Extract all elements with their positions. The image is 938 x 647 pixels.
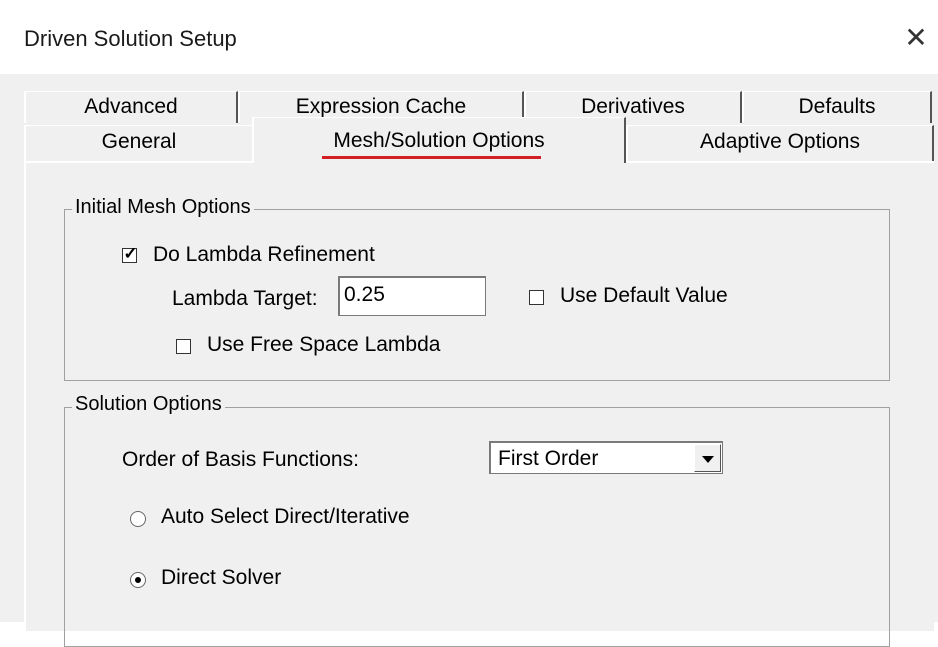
use-default-value-label: Use Default Value bbox=[560, 284, 728, 307]
tab-label: Mesh/Solution Options bbox=[333, 129, 545, 152]
use-free-space-lambda-checkbox[interactable] bbox=[176, 339, 191, 354]
tab-label: Advanced bbox=[84, 95, 178, 118]
auto-select-label: Auto Select Direct/Iterative bbox=[161, 505, 410, 528]
lambda-target-label: Lambda Target: bbox=[172, 287, 318, 310]
dropdown-button[interactable] bbox=[694, 444, 721, 472]
dialog-client-area: Advanced Expression Cache Derivatives De… bbox=[0, 74, 938, 647]
tab-adaptive-options[interactable]: Adaptive Options bbox=[626, 125, 934, 161]
tab-label: General bbox=[101, 130, 177, 153]
tab-advanced[interactable]: Advanced bbox=[24, 91, 238, 123]
use-free-space-lambda-label: Use Free Space Lambda bbox=[207, 333, 441, 356]
window-title: Driven Solution Setup bbox=[24, 26, 237, 51]
direct-solver-radio[interactable] bbox=[130, 572, 146, 588]
initial-mesh-options-label: Initial Mesh Options bbox=[72, 196, 254, 219]
title-bar: Driven Solution Setup ✕ bbox=[0, 0, 938, 74]
order-of-basis-functions-label: Order of Basis Functions: bbox=[122, 448, 359, 471]
tab-label: Defaults bbox=[798, 95, 876, 118]
chevron-down-icon bbox=[702, 456, 714, 463]
checkmark-icon: ✓ bbox=[123, 244, 138, 263]
tab-defaults[interactable]: Defaults bbox=[742, 91, 932, 123]
direct-solver-label: Direct Solver bbox=[161, 566, 282, 589]
solution-options-label: Solution Options bbox=[72, 393, 225, 416]
close-icon[interactable]: ✕ bbox=[896, 18, 936, 58]
order-of-basis-functions-select[interactable]: First Order bbox=[489, 441, 723, 474]
use-default-value-checkbox[interactable] bbox=[529, 290, 544, 305]
lambda-target-input[interactable]: 0.25 bbox=[338, 276, 486, 316]
tab-label: Expression Cache bbox=[295, 95, 467, 118]
auto-select-radio[interactable] bbox=[130, 511, 146, 527]
radio-selected-dot bbox=[135, 577, 141, 583]
tab-label: Derivatives bbox=[581, 95, 685, 118]
order-of-basis-functions-value: First Order bbox=[498, 447, 599, 470]
tab-label: Adaptive Options bbox=[700, 130, 860, 153]
tab-general[interactable]: General bbox=[24, 125, 254, 161]
tab-panel: Initial Mesh Options ✓ Do Lambda Refinem… bbox=[24, 161, 934, 647]
active-tab-underline bbox=[322, 156, 541, 159]
do-lambda-refinement-label: Do Lambda Refinement bbox=[153, 243, 375, 266]
do-lambda-refinement-checkbox[interactable]: ✓ bbox=[122, 244, 138, 263]
